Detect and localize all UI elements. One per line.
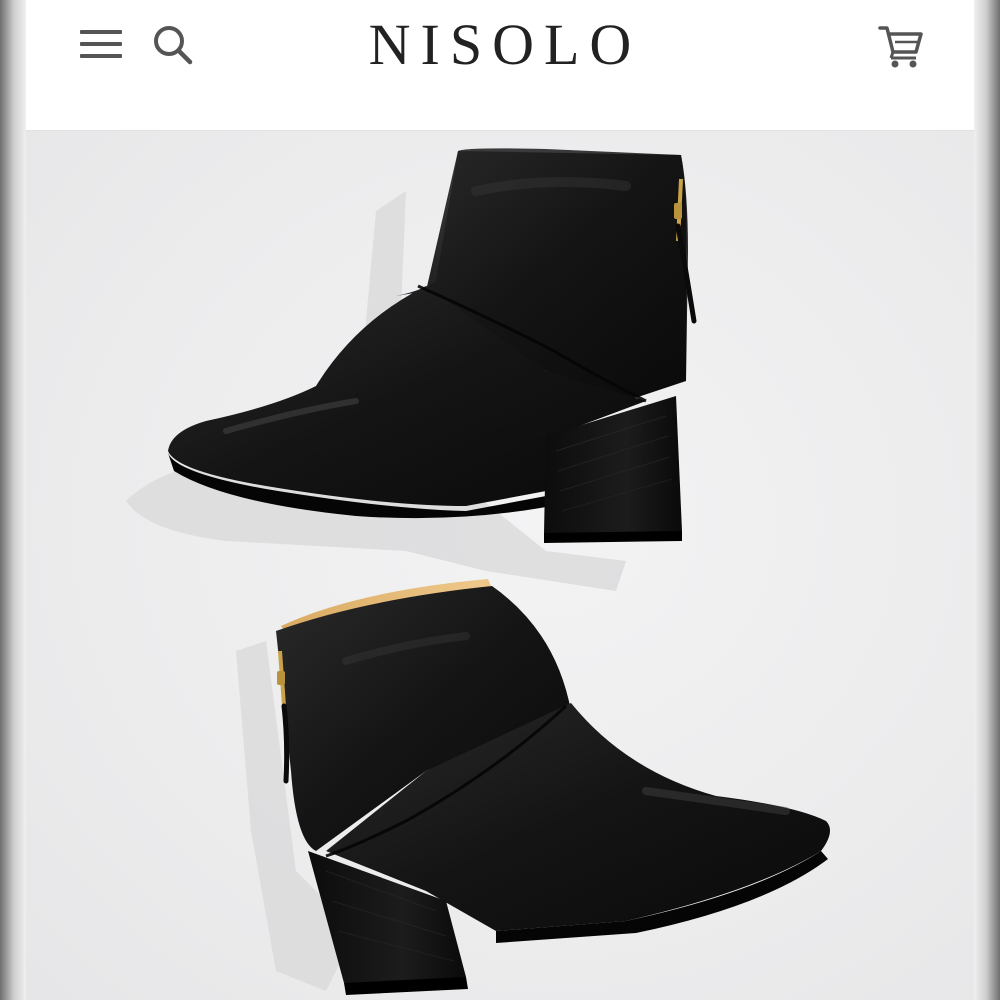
brand-logo[interactable]: NISOLO: [369, 10, 642, 80]
hero-product-image[interactable]: [26, 131, 974, 1000]
brand-logo-container: NISOLO: [26, 10, 974, 80]
shopping-cart-icon: [878, 26, 923, 68]
ankle-boots-illustration: [126, 148, 830, 995]
bottom-boot: [276, 579, 830, 995]
page: NISOLO: [26, 0, 974, 1000]
screen-frame: NISOLO: [0, 0, 1000, 1000]
site-header: NISOLO: [26, 0, 974, 131]
cart-button[interactable]: [876, 22, 926, 70]
